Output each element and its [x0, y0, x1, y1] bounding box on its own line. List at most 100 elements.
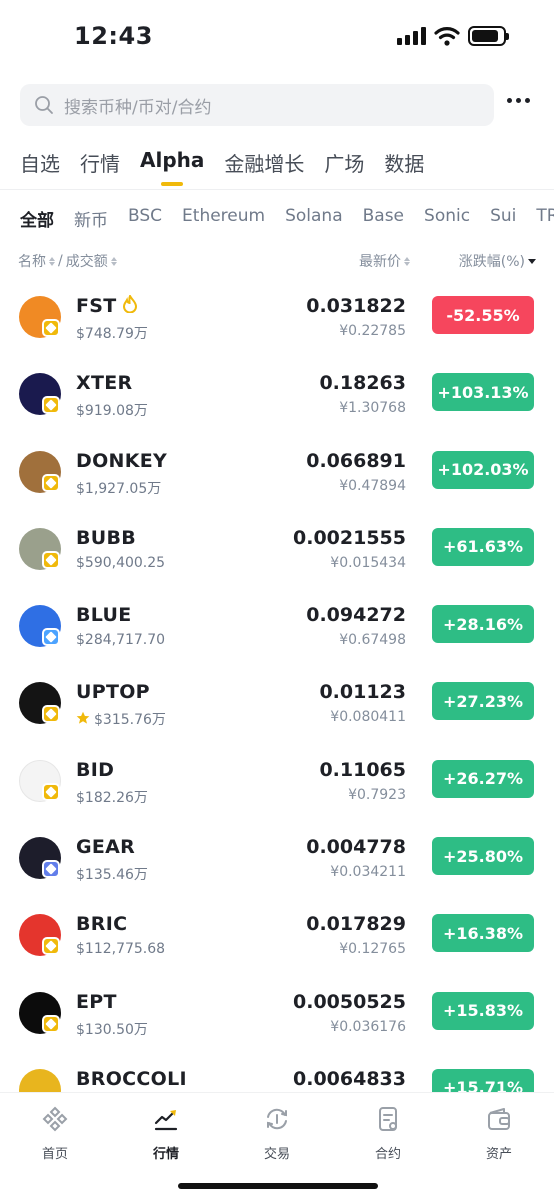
token-symbol: EPT: [76, 990, 117, 1013]
column-name-label: 名称: [18, 254, 46, 270]
wallet-icon: [485, 1105, 513, 1137]
price-sort[interactable]: 最新价: [359, 251, 410, 271]
symbol-line: BROCCOLI: [76, 1068, 187, 1090]
nav-item-1[interactable]: 行情: [126, 1105, 206, 1162]
change-sort[interactable]: 涨跌幅(%): [459, 251, 536, 271]
token-volume: $315.76万: [94, 712, 166, 729]
symbol-line: DONKEY: [76, 450, 167, 472]
tab-1[interactable]: 行情: [80, 148, 120, 192]
change-badge[interactable]: +15.83%: [432, 991, 534, 1030]
tab-5[interactable]: 数据: [384, 148, 424, 192]
token-symbol: BUBB: [76, 526, 137, 549]
name-volume-sort[interactable]: 名称 / 成交额: [18, 251, 117, 271]
wifi-icon: [434, 27, 460, 46]
volume-line: $130.50万: [76, 1019, 148, 1039]
token-price: 0.01123: [319, 681, 406, 704]
token-price-cny: ¥0.12765: [339, 941, 406, 958]
token-price-cny: ¥0.47894: [339, 477, 406, 494]
token-price-cny: ¥0.015434: [330, 554, 406, 571]
column-price-label: 最新价: [359, 254, 401, 270]
token-row[interactable]: DONKEY $1,927.05万 0.066891 ¥0.47894 +102.03%: [0, 433, 554, 510]
token-row[interactable]: BUBB $590,400.25 0.0021555 ¥0.015434 +61.63%: [0, 510, 554, 587]
chain-filter-7[interactable]: Sui: [490, 206, 516, 231]
chain-filter-0[interactable]: 全部: [20, 206, 54, 231]
change-badge[interactable]: +28.16%: [432, 605, 534, 644]
star-icon: [76, 710, 90, 729]
token-symbol: GEAR: [76, 836, 136, 859]
fire-icon: [122, 293, 137, 317]
chain-filter-5[interactable]: Base: [363, 206, 404, 231]
symbol-line: FST: [76, 293, 137, 317]
token-row[interactable]: XTER $919.08万 0.18263 ¥1.30768 +103.13%: [0, 355, 554, 432]
token-row[interactable]: BID $182.26万 0.11065 ¥0.7923 +26.27%: [0, 742, 554, 819]
nav-label: 首页: [41, 1147, 68, 1162]
nav-item-0[interactable]: 首页: [15, 1105, 95, 1162]
token-symbol: BLUE: [76, 604, 132, 627]
chain-filter-bar: 全部新币 BSC Ethereum Solana Base Sonic Sui TRO: [20, 206, 554, 231]
token-price: 0.094272: [306, 604, 406, 627]
search-row: 搜索币种/币对/合约: [0, 84, 554, 126]
home-icon: [41, 1105, 69, 1137]
token-volume: $748.79万: [76, 326, 148, 342]
token-row[interactable]: BRIC $112,775.68 0.017829 ¥0.12765 +16.38%: [0, 896, 554, 973]
chain-filter-3[interactable]: Ethereum: [182, 206, 265, 231]
token-volume: $182.26万: [76, 789, 148, 806]
tab-3[interactable]: 金融增长: [224, 148, 304, 192]
chain-filter-2[interactable]: BSC: [128, 206, 162, 231]
symbol-line: UPTOP: [76, 681, 150, 703]
change-badge[interactable]: +26.27%: [432, 759, 534, 798]
nav-label: 合约: [374, 1147, 401, 1162]
change-badge[interactable]: +15.71%: [432, 1068, 534, 1092]
token-price-cny: ¥0.034211: [330, 864, 406, 881]
divider: [0, 189, 554, 190]
symbol-line: BRIC: [76, 913, 127, 935]
token-list[interactable]: FST $748.79万 0.031822 ¥0.22785 -52.55% XTER $9…: [0, 278, 554, 1092]
chain-filter-6[interactable]: Sonic: [424, 206, 470, 231]
search-input[interactable]: 搜索币种/币对/合约: [20, 84, 494, 126]
nav-item-3[interactable]: 合约: [348, 1105, 428, 1162]
token-symbol: XTER: [76, 372, 133, 395]
volume-line: $112,775.68: [76, 941, 165, 957]
token-price: 0.066891: [306, 449, 406, 472]
more-options-icon[interactable]: [507, 98, 530, 103]
change-badge[interactable]: +25.80%: [432, 837, 534, 876]
tab-4[interactable]: 广场: [324, 148, 364, 192]
nav-item-4[interactable]: 资产: [459, 1105, 539, 1162]
token-row[interactable]: BLUE $284,717.70 0.094272 ¥0.67498 +28.16%: [0, 587, 554, 664]
column-volume-label: 成交额: [65, 254, 108, 270]
status-icons: [397, 26, 509, 46]
change-badge[interactable]: +61.63%: [432, 527, 534, 566]
token-symbol: FST: [76, 295, 117, 317]
status-time: 12:43: [74, 22, 153, 50]
change-badge[interactable]: +16.38%: [432, 914, 534, 953]
sort-icon: [404, 256, 410, 266]
token-price: 0.11065: [319, 758, 406, 781]
volume-line: $919.08万: [76, 400, 148, 420]
token-volume: $135.46万: [76, 867, 148, 884]
tab-0[interactable]: 自选: [20, 148, 60, 192]
chain-filter-4[interactable]: Solana: [285, 206, 343, 231]
change-badge[interactable]: +103.13%: [432, 373, 534, 412]
eth-icon: [42, 860, 60, 879]
markets-icon: [152, 1105, 180, 1137]
token-row[interactable]: GEAR $135.46万 0.004778 ¥0.034211 +25.80%: [0, 819, 554, 896]
volume-line: $315.76万: [76, 709, 166, 729]
cellular-signal-icon: [397, 27, 426, 45]
change-badge[interactable]: -52.55%: [432, 296, 534, 334]
nav-item-2[interactable]: 交易: [237, 1105, 317, 1162]
tab-2[interactable]: Alpha: [140, 148, 204, 192]
symbol-line: BID: [76, 759, 114, 781]
volume-line: $1,927.05万: [76, 478, 161, 498]
bsc-icon: [42, 473, 60, 492]
token-row[interactable]: FST $748.79万 0.031822 ¥0.22785 -52.55%: [0, 278, 554, 355]
token-row[interactable]: EPT $130.50万 0.0050525 ¥0.036176 +15.83%: [0, 974, 554, 1051]
token-volume: $112,775.68: [76, 941, 166, 958]
token-symbol: BROCCOLI: [76, 1067, 187, 1090]
token-price-cny: ¥0.7923: [348, 786, 406, 803]
chain-filter-1[interactable]: 新币: [74, 206, 108, 231]
token-row[interactable]: BROCCOLI 0.0064833 +15.71%: [0, 1051, 554, 1092]
change-badge[interactable]: +102.03%: [432, 450, 534, 489]
chain-filter-8[interactable]: TRO: [536, 206, 554, 231]
token-row[interactable]: UPTOP $315.76万 0.01123 ¥0.080411 +27.23%: [0, 664, 554, 741]
change-badge[interactable]: +27.23%: [432, 682, 534, 721]
